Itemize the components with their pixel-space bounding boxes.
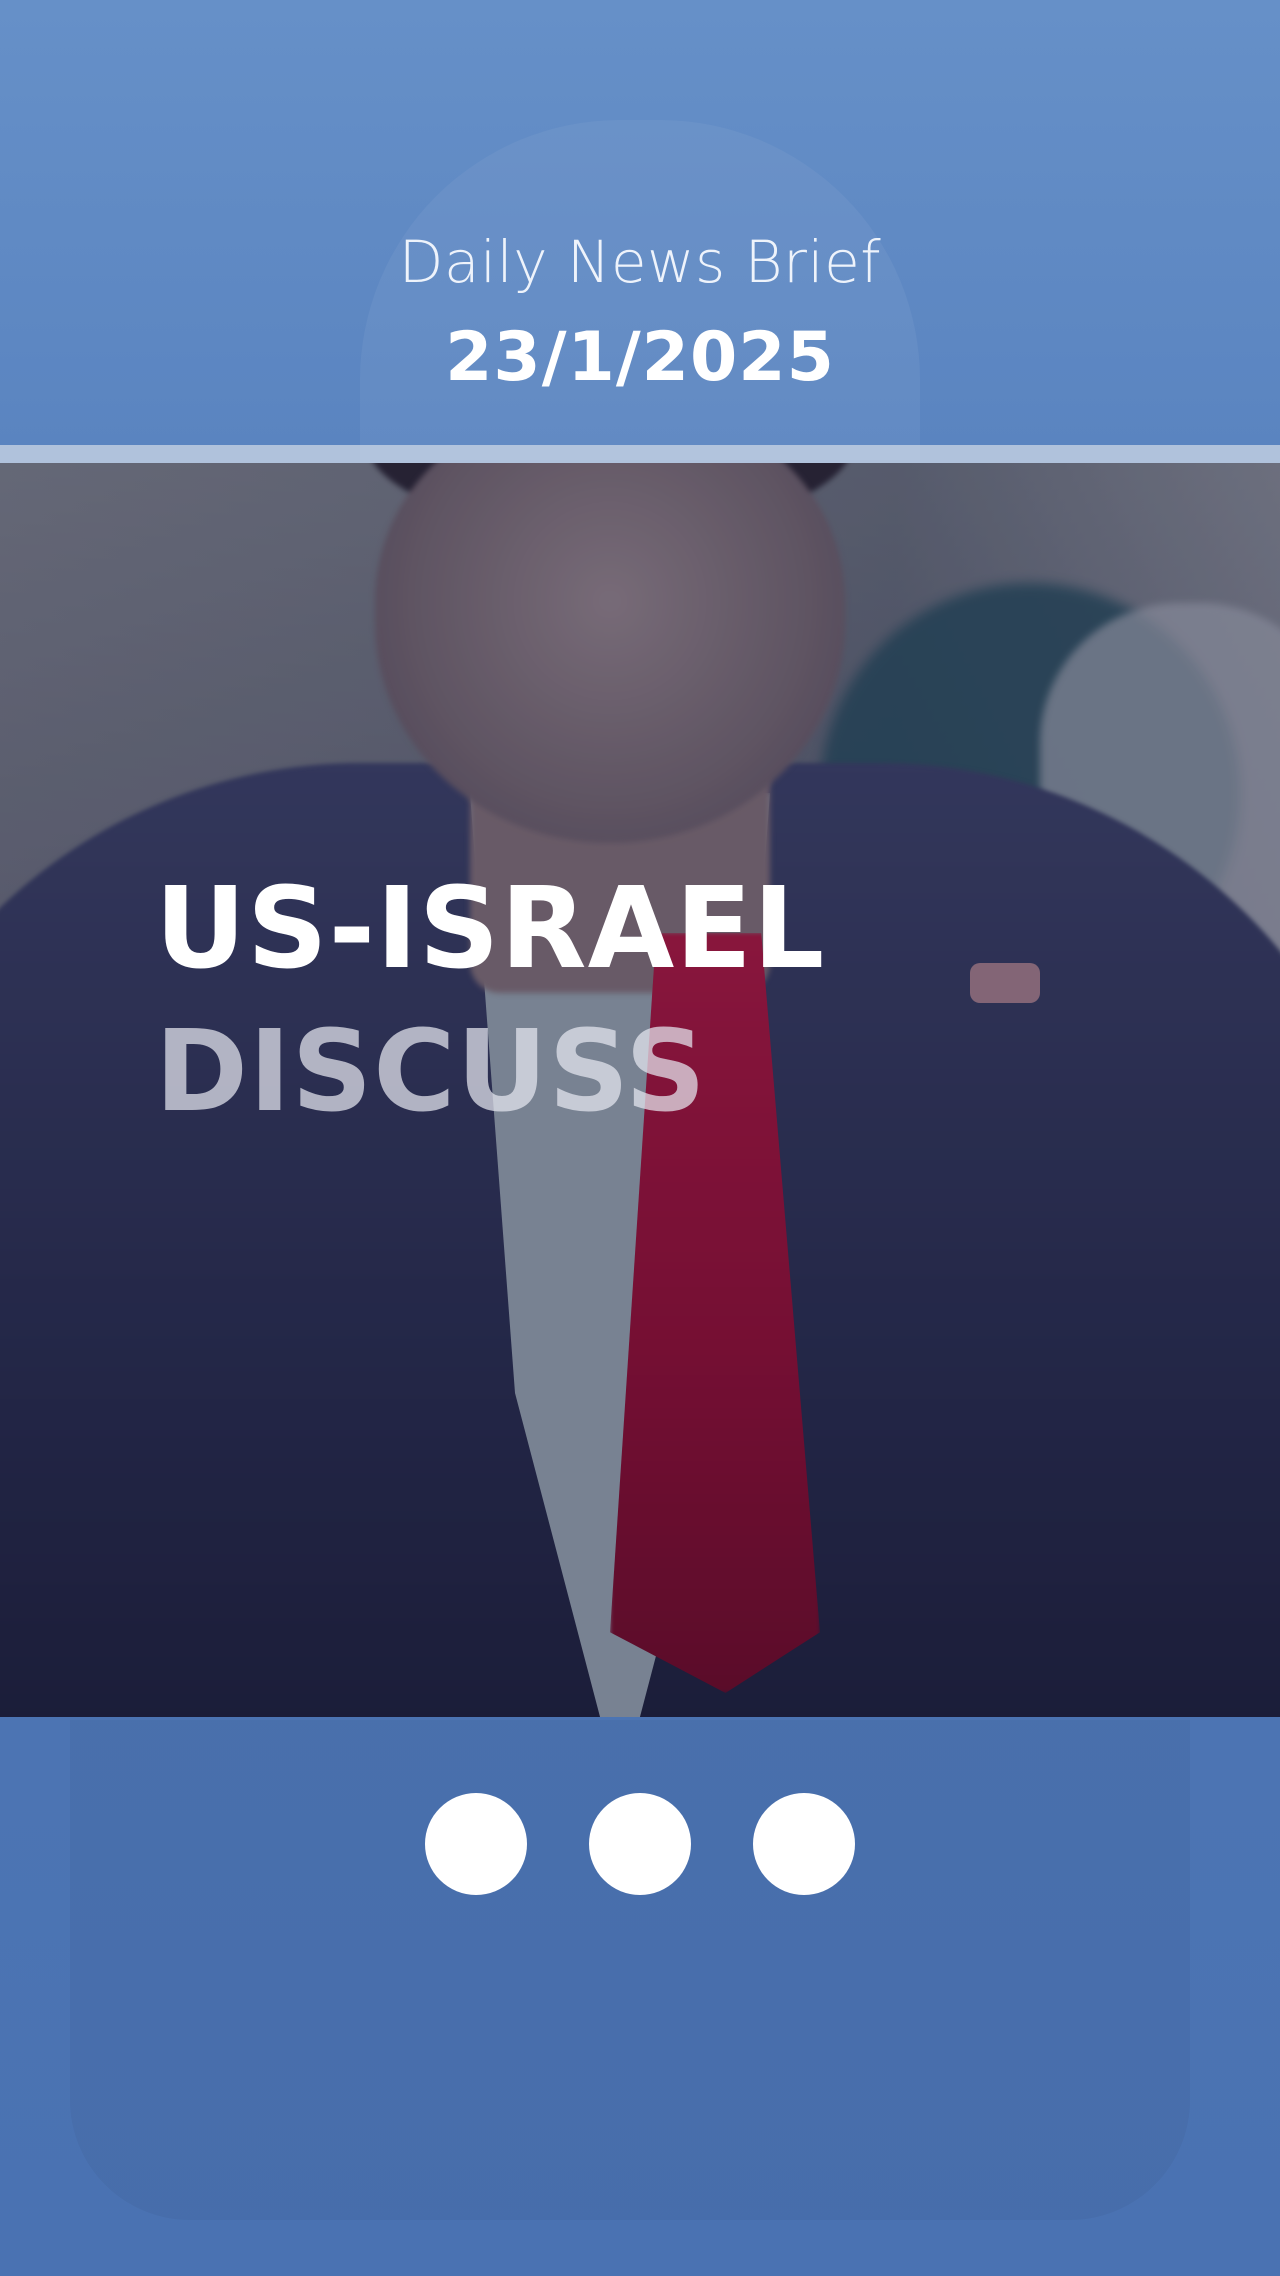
page-dot-2[interactable]: [589, 1793, 691, 1895]
page-indicator: [0, 1793, 1280, 1897]
page-dot-3[interactable]: [753, 1793, 855, 1895]
brief-date: 23/1/2025: [445, 318, 835, 397]
divider-bar: [0, 445, 1280, 463]
news-brief-slide: Daily News Brief 23/1/2025 US-ISRAEL DIS…: [0, 0, 1280, 2276]
headline-line-1: US-ISRAEL: [155, 864, 826, 994]
brief-title: Daily News Brief: [398, 228, 882, 296]
news-photo: US-ISRAEL DISCUSS: [0, 463, 1280, 1717]
header-panel: Daily News Brief 23/1/2025: [0, 0, 1280, 445]
headline-line-2: DISCUSS: [155, 1007, 707, 1137]
page-dot-1[interactable]: [425, 1793, 527, 1895]
